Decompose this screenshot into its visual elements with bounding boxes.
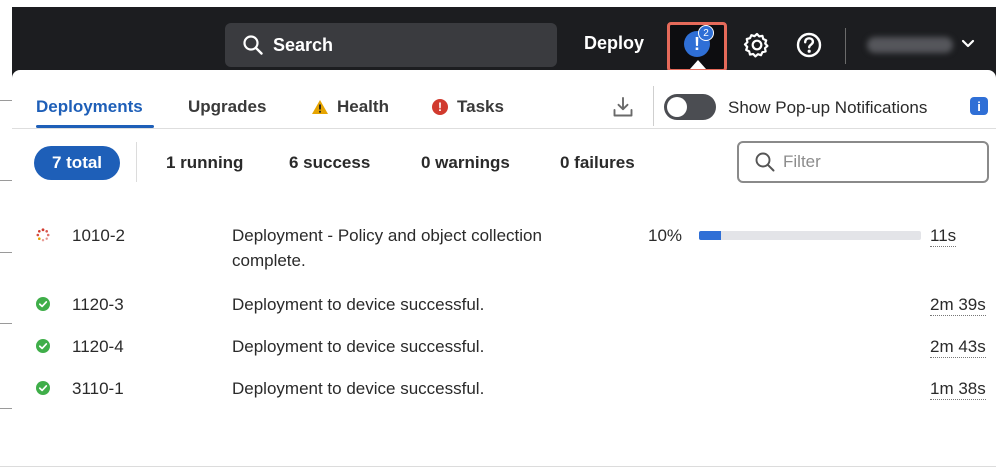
in-progress-icon — [36, 228, 50, 242]
progress-fill — [699, 231, 722, 240]
failures-filter[interactable]: 0 failures — [560, 153, 635, 173]
help-icon[interactable] — [795, 31, 823, 59]
tab-deployments[interactable]: Deployments — [36, 97, 143, 117]
search-icon — [755, 152, 775, 172]
background-divider — [0, 408, 12, 409]
deployment-id: 1120-4 — [72, 337, 124, 356]
tab-health[interactable]: Health — [311, 97, 389, 117]
tab-label: Tasks — [457, 97, 504, 116]
deployment-duration[interactable]: 1m 38s — [930, 379, 986, 400]
deploy-button[interactable]: Deploy — [584, 33, 644, 54]
popover-caret — [690, 60, 706, 69]
background-divider — [0, 100, 12, 101]
success-check-icon — [36, 381, 50, 395]
warnings-filter[interactable]: 0 warnings — [421, 153, 510, 173]
popup-notifications-label: Show Pop-up Notifications — [728, 98, 928, 117]
background-divider — [0, 323, 12, 324]
header-divider — [845, 28, 846, 64]
tab-label: Health — [337, 97, 389, 116]
success-check-icon — [36, 297, 50, 311]
deployment-description: Deployment to device successful. — [232, 379, 485, 398]
filter-divider — [136, 142, 137, 182]
gear-icon[interactable] — [743, 31, 771, 59]
progress-percent: 10% — [648, 226, 683, 245]
search-icon — [243, 35, 263, 55]
deployment-description: Deployment to device successful. — [232, 337, 485, 356]
tabs-divider — [12, 128, 996, 129]
info-icon[interactable]: i — [970, 97, 988, 115]
chevron-down-icon[interactable] — [961, 39, 975, 49]
notification-count-badge: 2 — [698, 25, 714, 41]
filter-field[interactable] — [737, 141, 989, 183]
deployment-description: Deployment to device successful. — [232, 295, 485, 314]
popup-notifications-toggle[interactable] — [664, 94, 716, 120]
download-icon[interactable] — [612, 96, 634, 118]
success-filter[interactable]: 6 success — [289, 153, 370, 173]
warning-icon — [312, 100, 328, 114]
search-button[interactable]: Search — [225, 23, 557, 67]
toggle-knob — [667, 97, 687, 117]
search-label: Search — [273, 34, 334, 55]
bottom-divider — [0, 466, 996, 467]
deployment-id: 3110-1 — [72, 379, 124, 398]
error-icon: ! — [432, 99, 448, 115]
deployment-id: 1120-3 — [72, 295, 124, 314]
tab-upgrades[interactable]: Upgrades — [188, 97, 266, 117]
success-check-icon — [36, 339, 50, 353]
running-filter[interactable]: 1 running — [166, 153, 243, 173]
background-divider — [0, 180, 12, 181]
tab-label: Deployments — [36, 97, 143, 116]
background-divider — [0, 252, 12, 253]
progress-bar — [699, 231, 921, 240]
deployment-duration[interactable]: 2m 43s — [930, 337, 986, 358]
total-filter-pill[interactable]: 7 total — [34, 146, 120, 180]
tab-label: Upgrades — [188, 97, 267, 116]
deployment-duration[interactable]: 2m 39s — [930, 295, 986, 316]
deployment-id: 1010-2 — [72, 226, 125, 245]
deployment-description: Deployment - Policy and object collectio… — [232, 226, 542, 270]
deployment-duration[interactable]: 11s — [930, 226, 957, 247]
user-name-redacted[interactable] — [867, 37, 953, 53]
filter-input[interactable] — [781, 151, 975, 173]
tab-tasks[interactable]: ! Tasks — [432, 97, 504, 117]
toolbar-divider — [653, 86, 654, 126]
